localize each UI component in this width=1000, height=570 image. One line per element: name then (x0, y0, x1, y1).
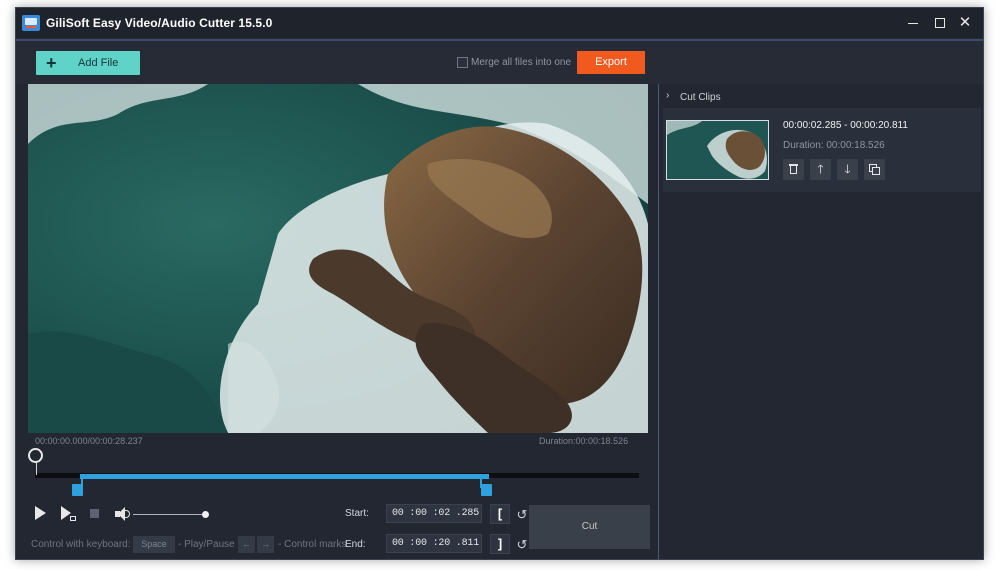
selection-range (80, 474, 489, 479)
end-time-input[interactable]: 00 :00 :20 .811 (386, 534, 482, 553)
playhead-knob[interactable] (28, 448, 43, 463)
right-arrow-key-hint: → (257, 536, 274, 553)
clip-thumbnail (666, 120, 769, 180)
clip-duration: Duration: 00:00:18.526 (783, 140, 885, 151)
maximize-button[interactable] (931, 14, 949, 32)
reset-end-icon[interactable]: ↺ (515, 538, 529, 552)
space-key-hint: Space (133, 536, 175, 553)
duplicate-clip-button[interactable] (864, 159, 885, 180)
set-start-button[interactable]: [ (490, 504, 510, 524)
minimize-icon (908, 23, 918, 24)
speaker-cone (118, 507, 125, 521)
start-time-input[interactable]: 00 :00 :02 .285 (386, 504, 482, 523)
merge-checkbox[interactable] (457, 57, 468, 68)
chevron-right-icon: › (666, 90, 670, 101)
left-arrow-key-hint: ← (238, 536, 255, 553)
current-time-readout: 00:00:00.000/00:00:28.237 (35, 436, 143, 446)
cut-clips-title: Cut Clips (680, 92, 721, 103)
volume-icon[interactable] (115, 507, 131, 521)
title-bar: GiliSoft Easy Video/Audio Cutter 15.5.0 … (16, 8, 983, 38)
control-marks-hint: - Control marks (278, 539, 347, 550)
keyboard-hint-label: Control with keyboard: (31, 539, 131, 550)
video-preview[interactable] (28, 84, 648, 433)
reset-start-icon[interactable]: ↺ (515, 508, 529, 522)
cut-clips-header[interactable]: › Cut Clips (661, 87, 981, 107)
end-label: End: (345, 539, 366, 550)
cut-button[interactable]: Cut (529, 505, 650, 549)
copy-icon-front (872, 167, 880, 175)
minimize-button[interactable] (904, 14, 922, 32)
delete-clip-button[interactable] (783, 159, 804, 180)
start-label: Start: (345, 508, 369, 519)
close-button[interactable]: ✕ (956, 14, 974, 32)
clip-thumbnail-image (667, 121, 768, 179)
merge-label: Merge all files into one (471, 57, 572, 68)
set-end-button[interactable]: ] (490, 534, 510, 554)
play-button[interactable] (35, 506, 46, 520)
sound-wave (125, 510, 130, 518)
add-file-button[interactable]: + Add File (36, 51, 140, 75)
move-up-button[interactable]: 🡑 (810, 159, 831, 180)
arrow-down-icon: 🡓 (844, 162, 851, 176)
selection-duration: Duration:00:00:18.526 (539, 436, 629, 446)
plus-icon: + (46, 53, 57, 73)
export-button[interactable]: Export (577, 51, 645, 74)
toolbar-divider (16, 39, 983, 41)
volume-slider[interactable] (133, 514, 205, 515)
clip-time-range: 00:00:02.285 - 00:00:20.811 (783, 120, 908, 131)
loop-indicator-icon (70, 516, 76, 521)
window-title: GiliSoft Easy Video/Audio Cutter 15.5.0 (46, 16, 273, 30)
trash-icon-body (790, 166, 797, 174)
start-marker-handle[interactable] (72, 484, 83, 496)
move-down-button[interactable]: 🡓 (837, 159, 858, 180)
app-logo-icon (22, 15, 40, 31)
arrow-up-icon: 🡑 (817, 162, 824, 176)
play-selection-button[interactable] (61, 506, 77, 522)
stop-button[interactable] (90, 509, 99, 518)
video-frame-image (28, 84, 648, 433)
add-file-label: Add File (78, 57, 119, 69)
volume-slider-knob[interactable] (202, 511, 209, 518)
app-window: GiliSoft Easy Video/Audio Cutter 15.5.0 … (15, 7, 984, 560)
end-marker-handle[interactable] (481, 484, 492, 496)
play-pause-hint: - Play/Pause (178, 539, 235, 550)
maximize-icon (935, 18, 945, 28)
